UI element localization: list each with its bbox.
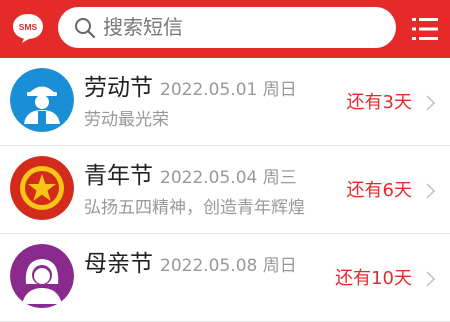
holiday-title: 劳动节 (84, 75, 153, 101)
holiday-date: 2022.05.04 周三 (160, 168, 297, 188)
chevron-right-icon (426, 183, 436, 199)
list-item[interactable]: 母亲节 2022.05.08 周日 还有10天 (0, 234, 450, 322)
star-badge-icon (10, 156, 74, 220)
logo-text: SMS (19, 22, 38, 32)
sms-bubble-icon[interactable]: SMS (10, 10, 46, 46)
chevron-right-icon (426, 95, 436, 111)
holiday-countdown: 还有3天 (346, 92, 412, 113)
holiday-date: 2022.05.01 周日 (160, 80, 297, 100)
holiday-subtitle: 劳动最光荣 (84, 110, 169, 130)
holiday-title: 青年节 (84, 163, 153, 189)
holiday-countdown: 还有10天 (335, 268, 412, 289)
holiday-subtitle: 弘扬五四精神，创造青年辉煌 (84, 198, 305, 218)
holiday-title: 母亲节 (84, 251, 153, 277)
holiday-list: 劳动节 2022.05.01 周日 劳动最光荣 还有3天 青年节 2022.05… (0, 58, 450, 322)
mother-avatar-icon (10, 244, 74, 308)
list-item[interactable]: 劳动节 2022.05.01 周日 劳动最光荣 还有3天 (0, 58, 450, 146)
worker-avatar-icon (10, 68, 74, 132)
search-bar[interactable]: 搜索短信 (58, 7, 396, 48)
menu-list-icon[interactable] (410, 14, 440, 44)
search-icon (75, 18, 96, 39)
search-placeholder: 搜索短信 (103, 15, 183, 39)
list-item[interactable]: 青年节 2022.05.04 周三 弘扬五四精神，创造青年辉煌 还有6天 (0, 146, 450, 234)
holiday-countdown: 还有6天 (346, 180, 412, 201)
holiday-date: 2022.05.08 周日 (160, 256, 297, 276)
top-bar: SMS 搜索短信 (0, 0, 450, 58)
chevron-right-icon (426, 271, 436, 287)
